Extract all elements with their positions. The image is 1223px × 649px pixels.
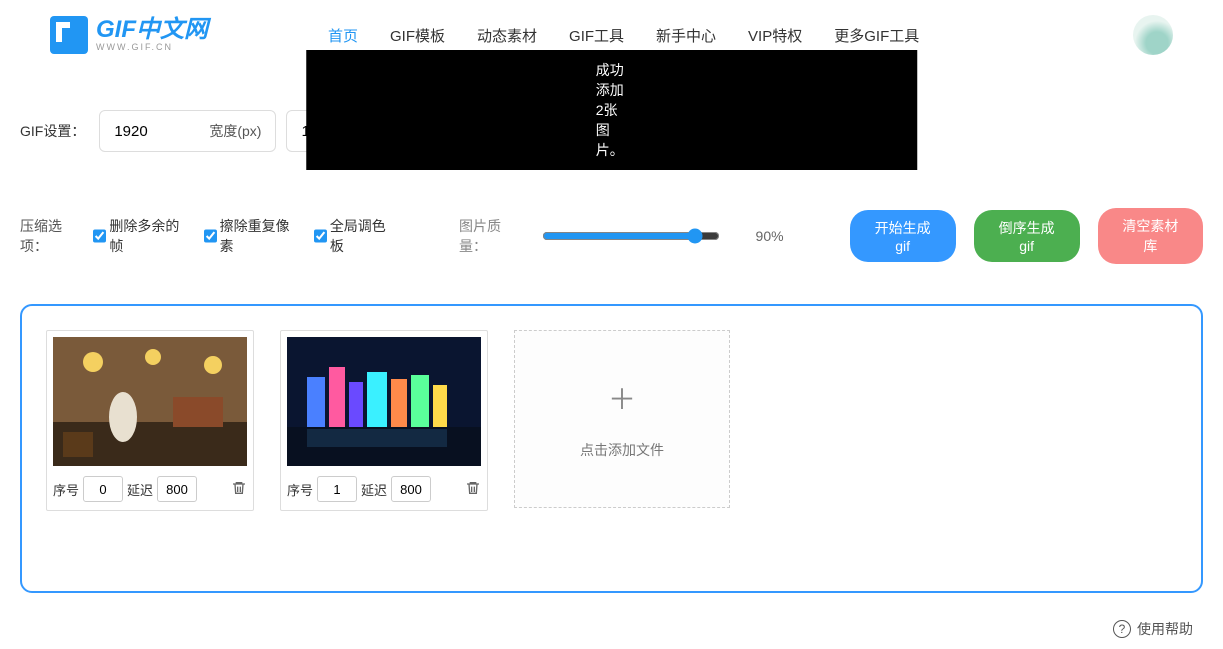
- start-button[interactable]: 开始生成gif: [850, 210, 956, 262]
- width-group: 宽度(px): [99, 110, 276, 152]
- help-link[interactable]: ? 使用帮助: [0, 613, 1223, 649]
- opt-global-palette[interactable]: [314, 229, 327, 243]
- toast-message: 成功添加2张图片。: [306, 50, 918, 170]
- logo[interactable]: GIF中文网 WWW.GIF.CN: [50, 16, 208, 54]
- opt-remove-frames-label: 删除多余的帧: [109, 216, 187, 256]
- canvas-area: 序号 延迟 序号 延迟: [20, 304, 1203, 593]
- plus-icon: ＋: [608, 378, 636, 418]
- logo-main: GIF中文网: [96, 18, 208, 42]
- nav-more[interactable]: 更多GIF工具: [834, 25, 919, 46]
- thumb-card[interactable]: 序号 延迟: [280, 330, 488, 511]
- width-input[interactable]: [114, 123, 189, 140]
- reverse-button[interactable]: 倒序生成gif: [974, 210, 1080, 262]
- help-label: 使用帮助: [1137, 619, 1193, 639]
- options-label: 压缩选项：: [20, 216, 85, 256]
- clear-button[interactable]: 清空素材库: [1098, 208, 1203, 264]
- opt-global-palette-label: 全局调色板: [330, 216, 395, 256]
- delay-input[interactable]: [157, 476, 197, 502]
- order-input[interactable]: [83, 476, 123, 502]
- nav-vip[interactable]: VIP特权: [748, 25, 802, 46]
- options-row: 压缩选项： 删除多余的帧 擦除重复像素 全局调色板 图片质量： 90% 开始生成…: [0, 208, 1223, 264]
- delay-label: 延迟: [361, 480, 387, 499]
- thumb-card[interactable]: 序号 延迟: [46, 330, 254, 511]
- main-nav: 首页 GIF模板 动态素材 GIF工具 新手中心 VIP特权 更多GIF工具: [328, 25, 919, 46]
- width-unit: 宽度(px): [209, 121, 261, 141]
- order-label: 序号: [53, 480, 79, 499]
- add-file-tile[interactable]: ＋ 点击添加文件: [514, 330, 730, 508]
- delay-label: 延迟: [127, 480, 153, 499]
- logo-icon: [50, 16, 88, 54]
- delay-input[interactable]: [391, 476, 431, 502]
- nav-assets[interactable]: 动态素材: [477, 25, 537, 46]
- opt-remove-frames[interactable]: [93, 229, 106, 243]
- nav-templates[interactable]: GIF模板: [390, 25, 445, 46]
- nav-beginner[interactable]: 新手中心: [656, 25, 716, 46]
- quality-label: 图片质量：: [459, 216, 524, 256]
- nav-home[interactable]: 首页: [328, 25, 358, 46]
- help-icon: ?: [1113, 620, 1131, 638]
- trash-icon[interactable]: [231, 480, 247, 499]
- add-file-label: 点击添加文件: [580, 440, 664, 460]
- opt-erase-dup-label: 擦除重复像素: [220, 216, 298, 256]
- avatar[interactable]: [1133, 15, 1173, 55]
- quality-slider[interactable]: [542, 228, 719, 244]
- nav-tools[interactable]: GIF工具: [569, 25, 624, 46]
- order-label: 序号: [287, 480, 313, 499]
- order-input[interactable]: [317, 476, 357, 502]
- thumb-image: [287, 337, 481, 466]
- logo-sub: WWW.GIF.CN: [96, 42, 208, 52]
- opt-erase-dup[interactable]: [204, 229, 217, 243]
- settings-label: GIF设置：: [20, 121, 85, 141]
- quality-value: 90%: [756, 228, 784, 244]
- thumb-image: [53, 337, 247, 466]
- trash-icon[interactable]: [465, 480, 481, 499]
